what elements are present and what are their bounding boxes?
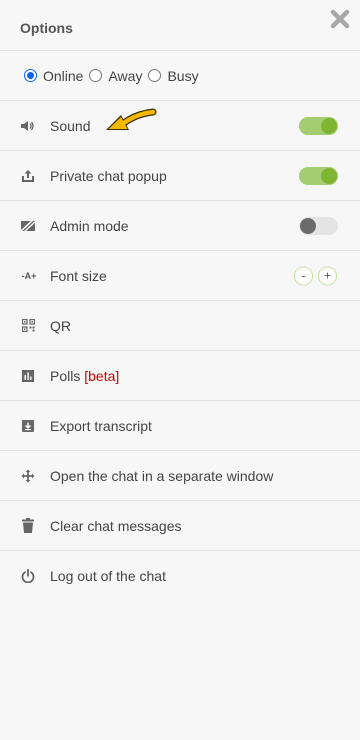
admin-mode-icon: [20, 218, 36, 234]
logout-label: Log out of the chat: [50, 568, 166, 584]
polls-row[interactable]: Polls [beta]: [0, 351, 360, 401]
export-transcript-row[interactable]: Export transcript: [0, 401, 360, 451]
private-popup-label: Private chat popup: [50, 167, 167, 184]
poll-chart-icon: [20, 368, 36, 384]
font-size-icon: -A+: [21, 270, 37, 281]
move-arrows-icon: [20, 468, 36, 484]
admin-mode-row[interactable]: Admin mode: [0, 201, 360, 251]
status-busy[interactable]: Busy: [148, 67, 199, 84]
toggle-knob: [300, 217, 316, 234]
polls-label: Polls [beta]: [50, 368, 119, 384]
font-decrease-button[interactable]: -: [294, 266, 313, 285]
away-radio[interactable]: [89, 69, 103, 82]
options-title: Options: [20, 20, 73, 36]
sound-row[interactable]: Sound: [0, 101, 360, 151]
open-window-label: Open the chat in a separate window: [50, 467, 274, 484]
sound-label: Sound: [50, 117, 91, 134]
toggle-knob: [321, 167, 337, 184]
away-label: Away: [108, 67, 143, 84]
power-icon: [20, 568, 36, 584]
font-size-label: Font size: [50, 267, 107, 284]
private-popup-row[interactable]: Private chat popup: [0, 151, 360, 201]
trash-icon: [20, 518, 36, 534]
font-size-row: -A+ Font size - +: [0, 251, 360, 301]
status-selector: Online Away Busy: [0, 51, 360, 101]
polls-text: Polls: [50, 367, 81, 384]
download-icon: [20, 418, 36, 434]
toggle-knob: [321, 117, 337, 134]
online-label: Online: [43, 67, 84, 84]
sound-toggle[interactable]: [299, 116, 338, 135]
annotation-arrow-icon: [106, 108, 157, 130]
clear-messages-row[interactable]: Clear chat messages: [0, 501, 360, 551]
online-radio[interactable]: [24, 69, 37, 82]
beta-badge: [beta]: [84, 367, 120, 384]
status-online[interactable]: Online: [24, 68, 83, 84]
busy-radio[interactable]: [148, 69, 162, 82]
close-icon[interactable]: [329, 8, 351, 30]
options-header: Options: [0, 0, 360, 51]
speaker-icon: [20, 118, 36, 134]
open-window-row[interactable]: Open the chat in a separate window: [0, 451, 360, 501]
export-transcript-label: Export transcript: [50, 417, 152, 434]
private-popup-toggle[interactable]: [299, 166, 338, 185]
qr-code-icon: [20, 318, 36, 334]
clear-messages-label: Clear chat messages: [50, 517, 182, 534]
status-away[interactable]: Away: [89, 68, 142, 84]
qr-row[interactable]: QR: [0, 301, 360, 351]
qr-label: QR: [50, 317, 71, 334]
busy-label: Busy: [167, 67, 199, 84]
logout-row[interactable]: Log out of the chat: [0, 551, 360, 601]
font-increase-button[interactable]: +: [318, 266, 337, 285]
admin-mode-label: Admin mode: [50, 217, 129, 234]
admin-mode-toggle[interactable]: [299, 216, 338, 235]
share-upload-icon: [20, 168, 36, 184]
